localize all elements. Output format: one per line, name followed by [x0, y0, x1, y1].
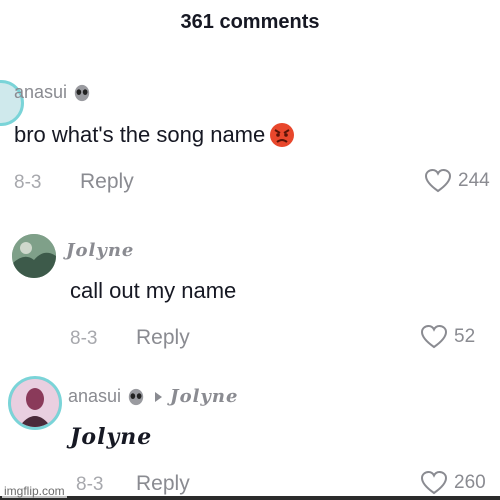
like-button[interactable]: 52	[420, 324, 475, 350]
like-count: 52	[454, 326, 476, 347]
reply-button[interactable]: Reply	[136, 472, 190, 496]
heart-outline-icon	[420, 324, 448, 349]
comment-username[interactable]: Jolyne	[66, 240, 134, 261]
reply-button[interactable]: Reply	[136, 326, 190, 350]
comment-text: bro what's the song name	[14, 122, 295, 148]
reply-to-username[interactable]: Jolyne	[170, 386, 238, 407]
avatar[interactable]	[8, 376, 62, 430]
comment-username[interactable]: anasui	[14, 82, 91, 103]
like-button[interactable]: 244	[424, 168, 490, 194]
comments-count-header: 361 comments	[180, 11, 320, 33]
like-count: 260	[454, 472, 486, 493]
comment-username[interactable]: anasui Jolyne	[68, 386, 238, 407]
alien-icon	[128, 388, 144, 405]
avatar-image	[12, 234, 56, 278]
bottom-divider	[0, 496, 500, 500]
username-label: anasui	[14, 82, 68, 102]
avatar-image	[11, 379, 59, 427]
comment-text-label: call out my name	[70, 278, 237, 303]
arrow-icon	[155, 391, 163, 402]
username-label: anasui	[68, 386, 122, 406]
avatar[interactable]	[12, 234, 56, 278]
comment-date: 8-3	[70, 328, 98, 349]
heart-outline-icon	[420, 470, 448, 495]
comment-2: Jolyne call out my name 8-3 Reply 52	[0, 230, 500, 360]
comment-date: 8-3	[76, 474, 104, 495]
comment-text-label: Jolyne	[70, 424, 153, 450]
comment-text: Jolyne	[70, 424, 152, 450]
angry-face-icon	[270, 123, 295, 147]
alien-icon	[74, 84, 90, 101]
watermark: imgflip.com	[2, 484, 67, 498]
username-label: Jolyne	[66, 240, 135, 261]
reply-button[interactable]: Reply	[80, 170, 134, 194]
comment-text-label: bro what's the song name	[14, 122, 266, 147]
like-count: 244	[458, 170, 490, 191]
comment-3: anasui Jolyne Jolyne 8-3 Reply 260	[0, 372, 500, 500]
comment-date: 8-3	[14, 172, 42, 193]
comment-1: anasui bro what's the song name 8-3 Repl…	[0, 70, 500, 210]
heart-outline-icon	[424, 168, 452, 193]
comment-text: call out my name	[70, 278, 236, 304]
like-button[interactable]: 260	[420, 470, 486, 496]
